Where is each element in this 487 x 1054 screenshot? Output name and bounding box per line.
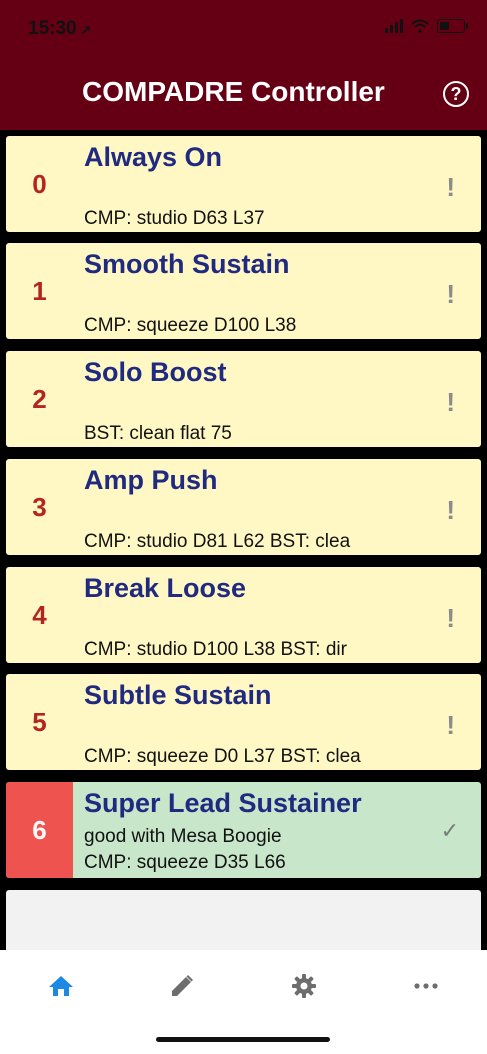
warning-icon: !	[446, 710, 455, 740]
tab-settings[interactable]	[284, 968, 324, 1004]
preset-name: Break Loose	[84, 573, 247, 603]
home-icon	[49, 976, 73, 996]
battery-icon	[437, 19, 468, 33]
preset-card[interactable]: 3 Amp Push CMP: studio D81 L62 BST: clea…	[6, 459, 481, 555]
warning-icon: !	[446, 603, 455, 633]
warning-icon: !	[446, 495, 455, 525]
preset-name: Subtle Sustain	[84, 680, 272, 710]
preset-number: 2	[32, 383, 47, 414]
preset-number: 1	[32, 275, 47, 306]
preset-card[interactable]: 0 Always On CMP: studio D63 L37 !	[6, 136, 481, 232]
preset-number: 3	[32, 491, 47, 522]
preset-name: Solo Boost	[84, 357, 227, 387]
status-icons	[385, 19, 468, 33]
more-icon	[414, 983, 438, 989]
tab-edit[interactable]	[162, 968, 202, 1004]
warning-icon: !	[446, 279, 455, 309]
location-icon: ➚	[80, 22, 92, 37]
preset-number: 0	[32, 168, 47, 199]
preset-card-active[interactable]: 6 Super Lead Sustainer good with Mesa Bo…	[6, 782, 481, 878]
warning-icon: !	[446, 172, 455, 202]
preset-description: CMP: squeeze D35 L66	[84, 852, 286, 873]
preset-number: 6	[6, 782, 73, 878]
preset-name: Super Lead Sustainer	[84, 788, 362, 818]
preset-note: good with Mesa Boogie	[84, 826, 282, 847]
preset-card[interactable]: 4 Break Loose CMP: studio D100 L38 BST: …	[6, 567, 481, 663]
edit-pencil-icon	[172, 975, 193, 996]
help-icon[interactable]: ?	[443, 81, 469, 107]
tab-more[interactable]	[406, 968, 446, 1004]
home-indicator	[156, 1037, 330, 1042]
preset-description: CMP: squeeze D100 L38	[84, 315, 297, 336]
preset-card[interactable]: 5 Subtle Sustain CMP: squeeze D0 L37 BST…	[6, 674, 481, 770]
preset-description: CMP: studio D100 L38 BST: dir	[84, 639, 347, 660]
preset-card[interactable]: 2 Solo Boost BST: clean flat 75 !	[6, 351, 481, 447]
preset-number: 7	[6, 922, 73, 950]
preset-number: 5	[32, 706, 47, 737]
preset-list[interactable]: 0 Always On CMP: studio D63 L37 ! 1 Smoo…	[0, 130, 487, 950]
preset-description: CMP: squeeze D0 L37 BST: clea	[84, 746, 361, 767]
preset-description: CMP: studio D63 L37	[84, 208, 265, 229]
cell-signal-icon	[385, 19, 403, 33]
preset-name: Always On	[84, 142, 223, 172]
preset-description: BST: clean flat 75	[84, 423, 232, 444]
app-header: 15:30 ➚ COMPADRE Controller ?	[0, 0, 487, 130]
preset-card[interactable]: 1 Smooth Sustain CMP: squeeze D100 L38 !	[6, 243, 481, 339]
settings-gear-icon	[292, 974, 316, 998]
page-title: COMPADRE Controller	[82, 76, 385, 107]
status-time: 15:30 ➚	[28, 18, 92, 40]
tab-bar	[0, 950, 487, 1054]
tab-home[interactable]	[41, 968, 81, 1004]
preset-description: CMP: studio D81 L62 BST: clea	[84, 531, 351, 552]
status-time-text: 15:30	[28, 18, 77, 39]
check-icon: ✓	[440, 818, 459, 843]
wifi-icon	[411, 19, 429, 33]
preset-name: Amp Push	[84, 465, 218, 495]
preset-name: Smooth Sustain	[84, 249, 290, 279]
warning-icon: !	[446, 387, 455, 417]
preset-card[interactable]: 7	[6, 890, 481, 950]
preset-number: 4	[32, 599, 47, 630]
